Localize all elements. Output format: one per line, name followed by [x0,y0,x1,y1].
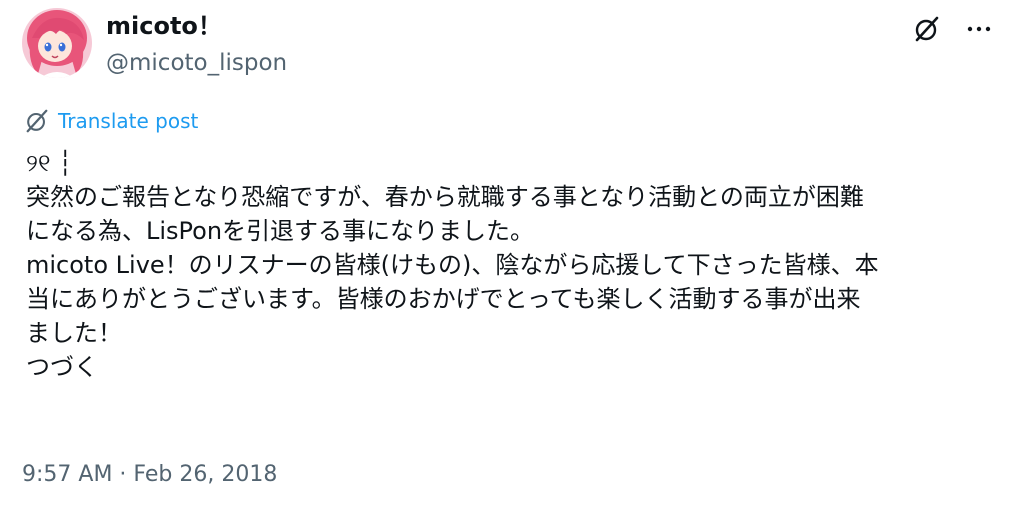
avatar-image [22,8,92,78]
post-text: ୨୧ ┆ 突然のご報告となり恐縮ですが、春から就職する事となり活動との両立が困難… [26,146,1001,384]
grok-icon [915,16,939,42]
post-text-line: 突然のご報告となり恐縮ですが、春から就職する事となり活動との両立が困難 [26,183,864,211]
grok-button[interactable] [912,14,942,44]
post-text-line: micoto Live！のリスナーの皆様(けもの)、陰ながら応援して下さった皆様… [26,251,879,279]
post-text-line: ୨୧ ┆ [26,149,73,177]
author-info: micoto！ @micoto_lispon [106,10,287,79]
avatar[interactable] [22,8,92,78]
post-text-line: 当にありがとうございます。皆様のおかげでとっても楽しく活動する事が出来 [26,285,861,313]
post-text-line: になる為、LisPonを引退する事になりました。 [26,217,535,245]
more-options-button[interactable] [964,14,994,44]
translate-post-link[interactable]: Translate post [24,108,198,134]
translate-icon [26,109,48,133]
post-text-line: ました！ [26,319,122,347]
post-card: micoto！ @micoto_lispon Translate post ୨୧… [0,0,1024,511]
author-display-name[interactable]: micoto！ [106,10,287,42]
author-handle[interactable]: @micoto_lispon [106,47,287,79]
translate-post-label: Translate post [58,109,199,133]
post-top-actions [912,14,994,44]
more-icon [967,26,991,32]
post-text-line: つづく [26,353,98,381]
post-timestamp[interactable]: 9:57 AM · Feb 26, 2018 [22,459,277,491]
